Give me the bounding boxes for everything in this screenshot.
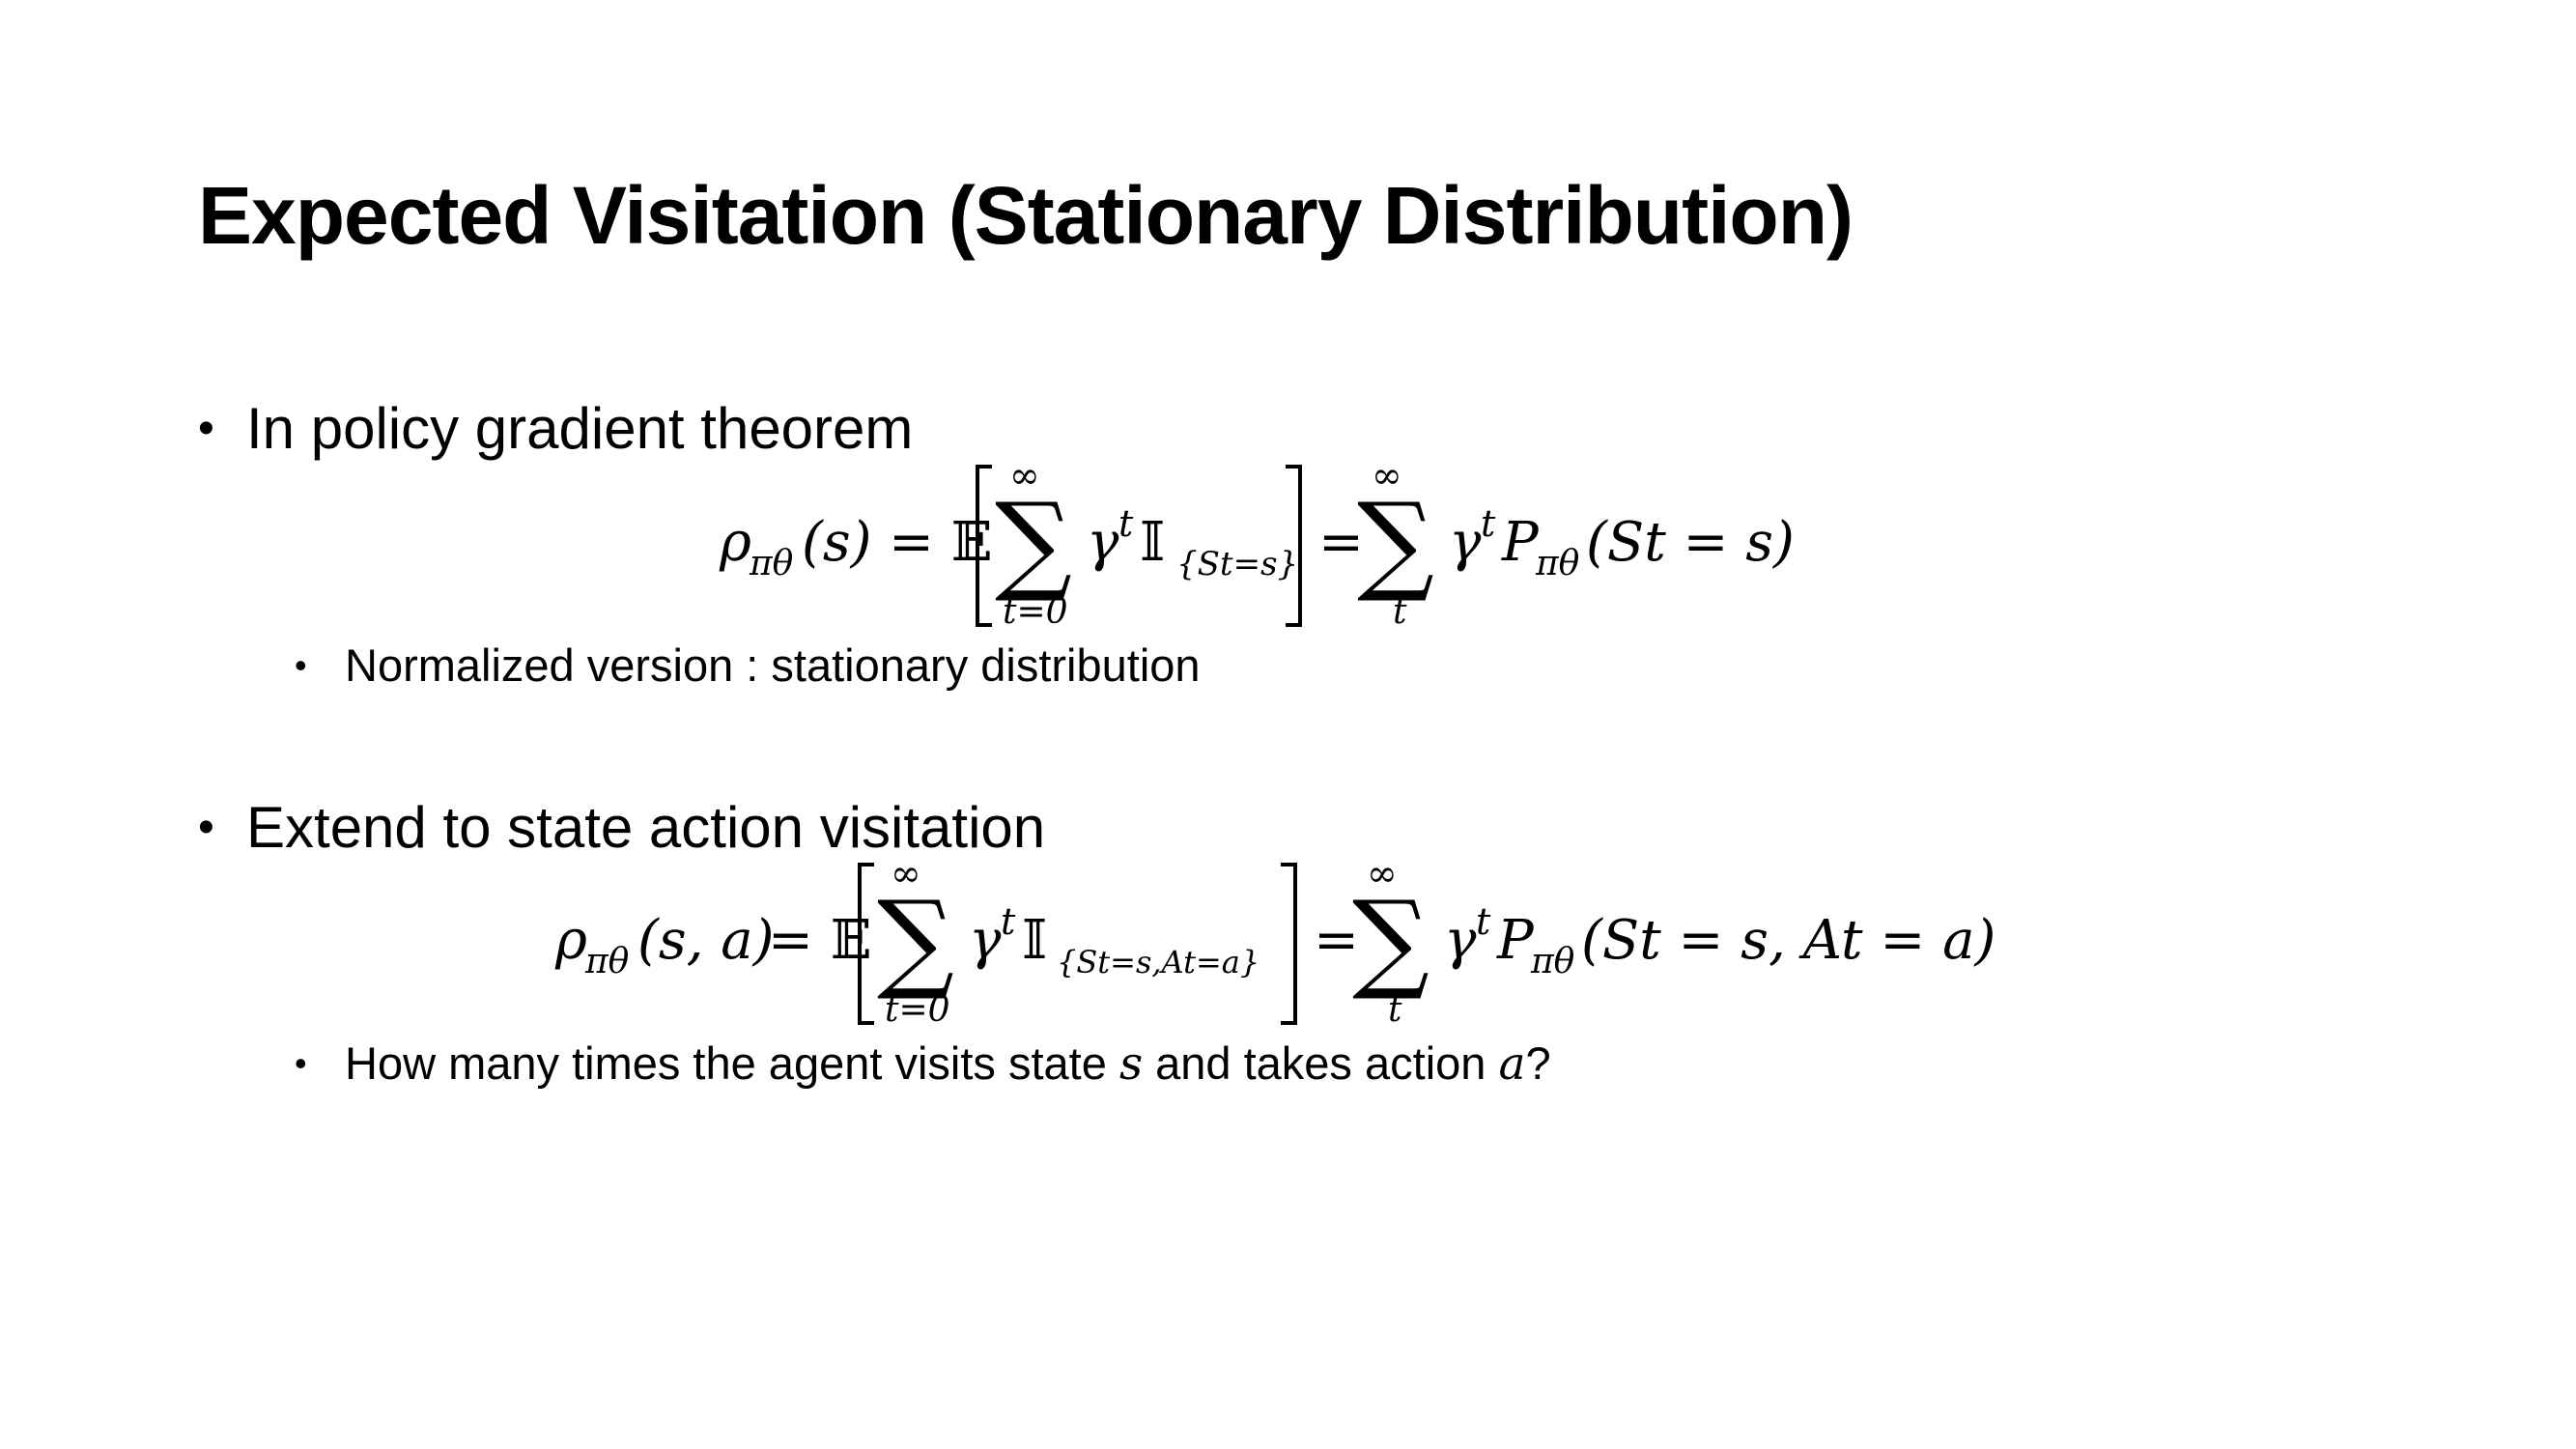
sub-bullet-dot-icon: • [295,1043,307,1083]
equation-state-action-visitation: ρ πθ (s, a) = 𝔼 ∞ ∑ t=0 γ t 𝕀 {St=s,At=a… [554,852,1996,1030]
eq1-rhs-P: P [1501,511,1540,574]
var-s: s [1118,1037,1144,1091]
eq2-rho: ρ [554,909,587,972]
eq2-rhs-sup: t [1476,900,1491,943]
sub-bullet-text: How many times the agent visits state s … [345,1035,1551,1094]
equation-policy-visitation: ρ πθ (s) = 𝔼 ∞ ∑ t=0 γ t 𝕀 {St=s} = ∞ ∑ … [719,454,1795,632]
eq1-indicator: 𝕀 [1140,511,1165,574]
eq2-sum-icon: ∑ [877,878,954,1004]
sub-bullet-text: Normalized version : stationary distribu… [345,639,1201,691]
sub-bullet-middle: and takes action [1143,1037,1499,1089]
eq2-rhs-args: (St = s, At = a) [1581,909,1996,972]
sub-bullet-prefix: How many times the agent visits state [345,1037,1119,1089]
eq1-sum2-icon: ∑ [1357,480,1434,606]
eq2-gamma-sup: t [1001,900,1016,943]
bullet-dot-icon: • [198,802,214,853]
eq1-rho-sub: πθ [749,544,794,583]
eq2-rhs-P-sub: πθ [1530,942,1575,981]
eq1-lhs-args: (s) [802,511,871,574]
eq2-indicator: 𝕀 [1022,909,1047,972]
eq1-rhs-args: (St = s) [1586,511,1795,574]
sub-bullet-dot-icon: • [295,645,307,685]
eq2-sum-lower: t=0 [885,990,950,1030]
eq1-rhs-gamma: γ [1449,511,1482,574]
var-a: a [1498,1037,1526,1091]
eq1-gamma: γ [1087,511,1119,574]
eq2-sum2-lower: t [1388,990,1402,1030]
sub-bullet-suffix: ? [1525,1037,1551,1089]
eq2-sum2-icon: ∑ [1352,878,1430,1004]
bullet-dot-icon: • [198,403,214,454]
eq1-rhs-P-sub: πθ [1535,544,1580,583]
eq2-gamma: γ [969,909,1002,972]
eq1-gamma-sup: t [1118,502,1134,545]
eq1-indicator-sub: {St=s} [1176,545,1298,583]
eq2-lhs-args: (s, a) [637,909,774,972]
eq2-indicator-sub: {St=s,At=a} [1057,944,1260,980]
eq2-rhs-gamma: γ [1444,909,1477,972]
eq1-rhs-sup: t [1481,502,1496,545]
eq2-rho-sub: πθ [584,942,630,981]
eq1-sum-lower: t=0 [1003,592,1068,632]
eq2-expect: = 𝔼 [768,909,871,972]
eq2-rhs-P: P [1496,909,1535,972]
eq1-sum2-lower: t [1393,592,1407,632]
slide: Expected Visitation (Stationary Distribu… [0,0,2576,1449]
eq1-sum-icon: ∑ [995,480,1072,606]
eq1-rho: ρ [719,511,751,574]
eq2-right-bracket [1281,863,1297,1025]
slide-title: Expected Visitation (Stationary Distribu… [198,170,1854,261]
